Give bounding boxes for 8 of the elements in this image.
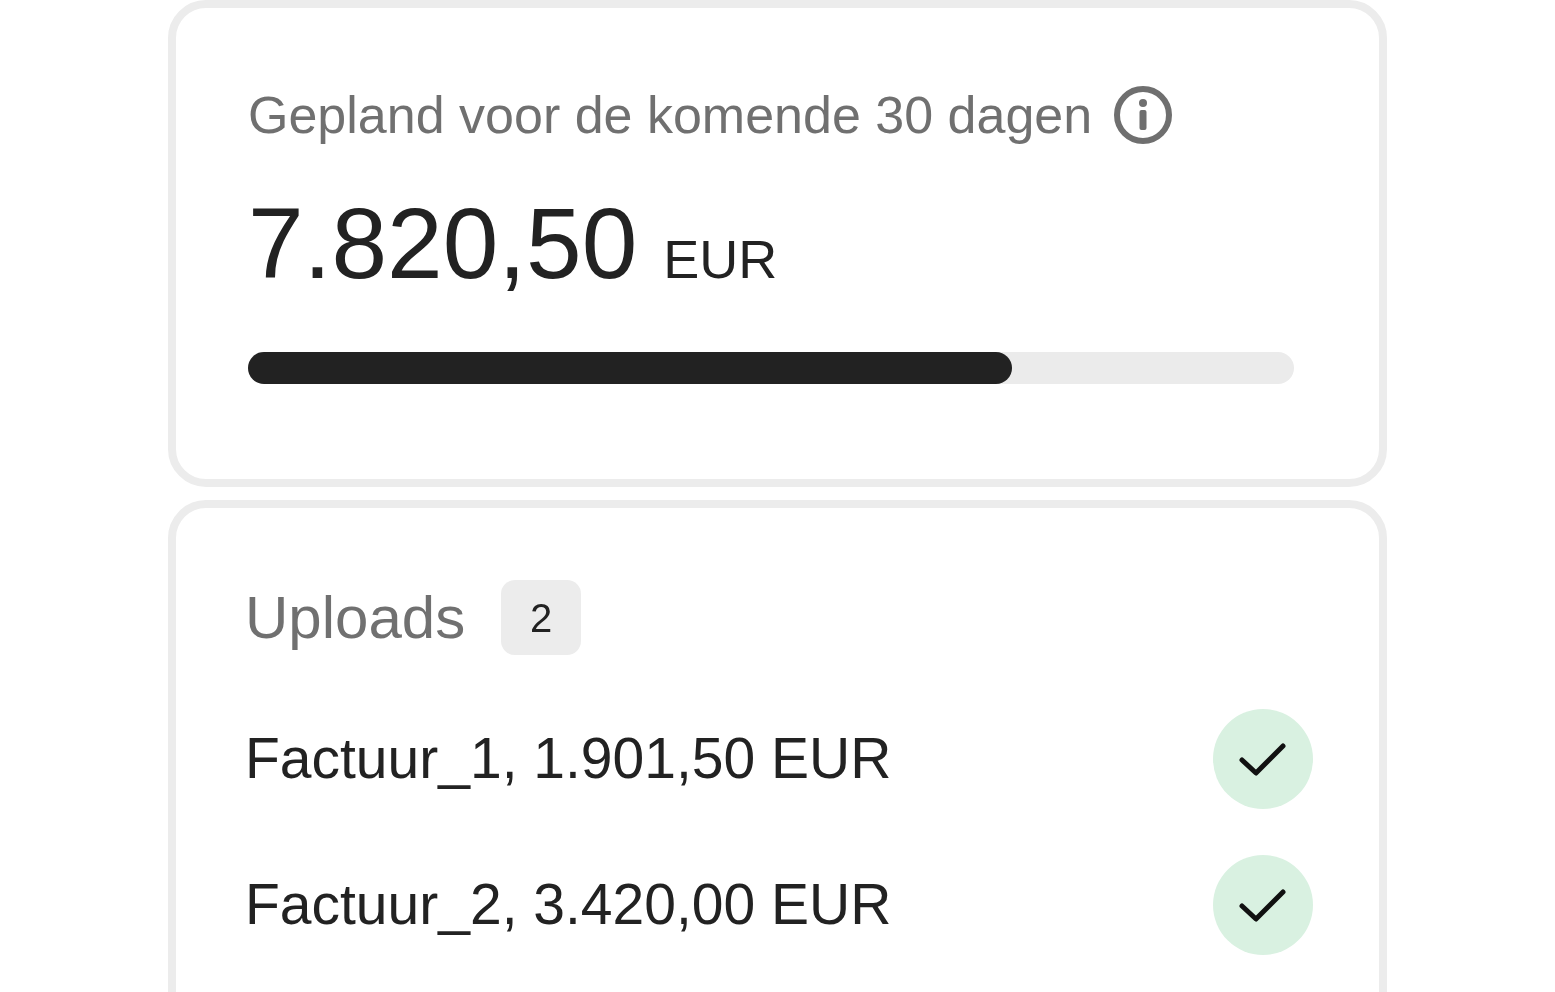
planned-amount: 7.820,50 [248, 193, 638, 293]
planned-title: Gepland voor de komende 30 dagen [248, 86, 1093, 144]
upload-item: Factuur_2, 3.420,00 EUR [245, 871, 892, 939]
uploads-count: 2 [501, 580, 582, 655]
upload-item: Factuur_1, 1.901,50 EUR [245, 725, 892, 793]
currency-label: EUR [663, 232, 778, 286]
uploads-title: Uploads [245, 582, 466, 653]
info-icon[interactable] [1114, 86, 1173, 144]
